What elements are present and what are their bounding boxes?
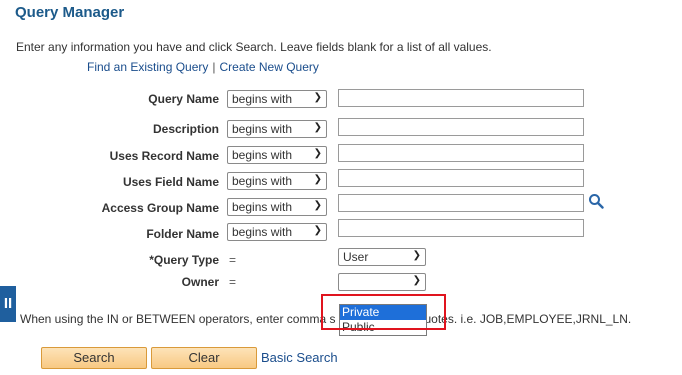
page-title: Query Manager bbox=[15, 4, 125, 21]
search-icon[interactable] bbox=[588, 193, 604, 209]
folder-name-operator-select[interactable]: begins with ❯ bbox=[227, 223, 327, 241]
owner-label: Owner bbox=[181, 275, 219, 289]
uses-field-name-input[interactable] bbox=[338, 169, 584, 187]
highlight-annotation-box bbox=[321, 294, 446, 330]
access-group-name-input[interactable] bbox=[338, 194, 584, 212]
operator-value: begins with bbox=[232, 225, 293, 239]
chevron-down-icon: ❯ bbox=[313, 200, 322, 211]
search-button[interactable]: Search bbox=[41, 347, 147, 369]
query-links: Find an Existing Query | Create New Query bbox=[87, 60, 319, 74]
clear-button[interactable]: Clear bbox=[151, 347, 257, 369]
chevron-down-icon: ❯ bbox=[412, 250, 421, 261]
chevron-down-icon: ❯ bbox=[313, 225, 322, 236]
uses-record-name-operator-select[interactable]: begins with ❯ bbox=[227, 146, 327, 164]
operator-value: begins with bbox=[232, 174, 293, 188]
query-type-operator: = bbox=[229, 253, 237, 267]
chevron-down-icon: ❯ bbox=[313, 122, 322, 133]
access-group-name-operator-select[interactable]: begins with ❯ bbox=[227, 198, 327, 216]
folder-name-input[interactable] bbox=[338, 219, 584, 237]
query-type-value: User bbox=[343, 250, 369, 264]
operator-value: begins with bbox=[232, 92, 293, 106]
owner-select[interactable]: ❯ bbox=[338, 273, 426, 291]
folder-name-label: Folder Name bbox=[146, 227, 219, 241]
basic-search-link[interactable]: Basic Search bbox=[261, 350, 338, 365]
query-name-input[interactable] bbox=[338, 89, 584, 107]
uses-field-name-operator-select[interactable]: begins with ❯ bbox=[227, 172, 327, 190]
query-type-label: *Query Type bbox=[149, 253, 219, 267]
create-new-query-link[interactable]: Create New Query bbox=[220, 60, 319, 74]
chevron-down-icon: ❯ bbox=[313, 174, 322, 185]
query-name-label: Query Name bbox=[148, 92, 219, 106]
help-text-prefix: When using the IN or BETWEEN operators, … bbox=[20, 312, 336, 326]
operator-value: begins with bbox=[232, 122, 293, 136]
description-operator-select[interactable]: begins with ❯ bbox=[227, 120, 327, 138]
uses-record-name-label: Uses Record Name bbox=[109, 149, 219, 163]
side-collapse-tab[interactable]: II bbox=[0, 286, 16, 322]
chevron-down-icon: ❯ bbox=[313, 148, 322, 159]
find-existing-query-link[interactable]: Find an Existing Query bbox=[87, 60, 208, 74]
uses-field-name-label: Uses Field Name bbox=[122, 175, 219, 189]
link-separator: | bbox=[212, 60, 216, 74]
instructions-text: Enter any information you have and click… bbox=[16, 40, 492, 54]
description-input[interactable] bbox=[338, 118, 584, 136]
description-label: Description bbox=[152, 122, 219, 136]
access-group-name-label: Access Group Name bbox=[101, 201, 219, 215]
chevron-down-icon: ❯ bbox=[313, 92, 322, 103]
uses-record-name-input[interactable] bbox=[338, 144, 584, 162]
operator-value: begins with bbox=[232, 148, 293, 162]
query-type-select[interactable]: User ❯ bbox=[338, 248, 426, 266]
operator-value: begins with bbox=[232, 200, 293, 214]
chevron-down-icon: ❯ bbox=[412, 275, 421, 286]
query-name-operator-select[interactable]: begins with ❯ bbox=[227, 90, 327, 108]
owner-operator: = bbox=[229, 275, 237, 289]
